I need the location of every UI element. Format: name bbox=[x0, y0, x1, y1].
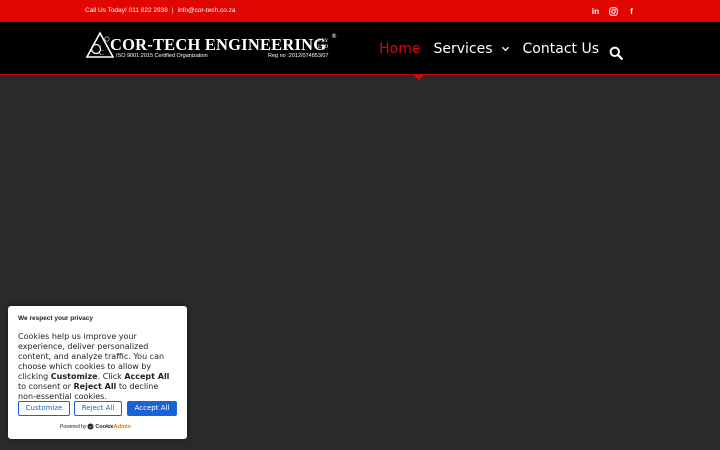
phone-text: Call Us Today! 011 822 2938 bbox=[85, 7, 168, 14]
email-link[interactable]: info@cor-tech.co.za bbox=[178, 7, 236, 14]
facebook-icon[interactable]: f bbox=[627, 4, 636, 18]
cookieadmin-logo-icon bbox=[87, 423, 94, 430]
cookie-title: We respect your privacy bbox=[18, 315, 94, 322]
powered-by[interactable]: Powered by CookieAdmin bbox=[60, 423, 131, 430]
social-links: in f bbox=[591, 4, 636, 18]
top-bar: Call Us Today! 011 822 2938 | info@cor-tec… bbox=[0, 0, 720, 22]
chevron-down-icon bbox=[501, 46, 509, 52]
cookie-description: Cookies help us improve your experience,… bbox=[18, 332, 170, 401]
contact-info: Call Us Today! 011 822 2938 | info@cor-tec… bbox=[85, 0, 235, 22]
search-icon[interactable] bbox=[609, 46, 623, 60]
brand-suffix: PTY LTD bbox=[318, 38, 329, 50]
instagram-icon[interactable] bbox=[609, 4, 618, 18]
registered-mark: ® bbox=[331, 33, 337, 40]
cookieadmin-brand: CookieAdmin bbox=[95, 423, 131, 430]
registration-number: Reg no :2012/074853/07 bbox=[268, 53, 329, 59]
cookie-consent-banner: We respect your privacy Cookies help us … bbox=[8, 306, 187, 439]
main-nav: Home Services Contact Us bbox=[379, 22, 599, 75]
reject-all-button[interactable]: Reject All bbox=[74, 401, 122, 416]
svg-text:C: C bbox=[99, 49, 104, 57]
brand-name: COR-TECH ENGINEERING bbox=[110, 35, 327, 54]
iso-certification: ISO 9001:2015 Certified Organization bbox=[116, 53, 208, 59]
site-header: C COR-TECH ENGINEERING PTY LTD ® ISO 9001… bbox=[0, 22, 720, 75]
company-logo[interactable]: C COR-TECH ENGINEERING PTY LTD ® ISO 9001… bbox=[85, 31, 337, 63]
customize-button[interactable]: Customize bbox=[18, 401, 70, 416]
nav-home[interactable]: Home bbox=[379, 41, 420, 57]
accept-all-button[interactable]: Accept All bbox=[127, 401, 177, 416]
nav-contact-us[interactable]: Contact Us bbox=[523, 41, 599, 57]
linkedin-icon[interactable]: in bbox=[591, 4, 600, 18]
nav-services[interactable]: Services bbox=[433, 41, 509, 57]
contact-separator: | bbox=[171, 7, 174, 14]
active-nav-indicator bbox=[414, 75, 424, 80]
